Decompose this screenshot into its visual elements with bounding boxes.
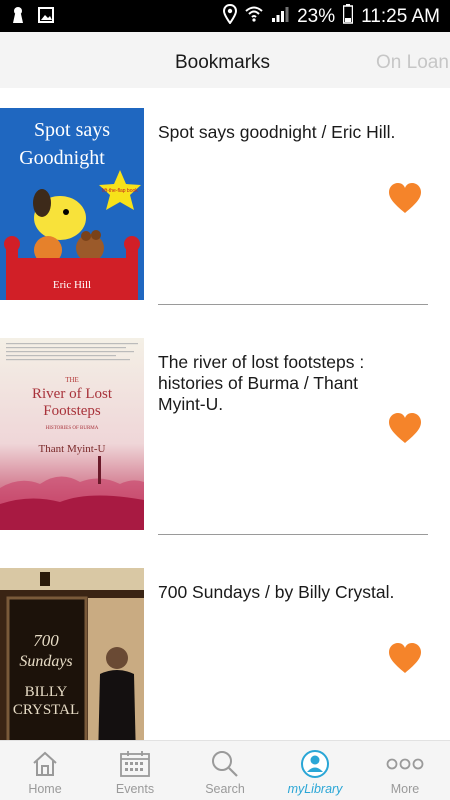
nav-home[interactable]: Home bbox=[0, 741, 90, 800]
cover-title-line2: Footsteps bbox=[43, 403, 101, 419]
bottom-navigation: Home Events Search myLibrary More bbox=[0, 740, 450, 800]
tab-on-loan[interactable]: On Loan bbox=[376, 52, 449, 74]
cover-author: Thant Myint-U bbox=[39, 443, 106, 455]
nav-search[interactable]: Search bbox=[180, 741, 270, 800]
cover-title-line2: Goodnight bbox=[19, 147, 105, 169]
more-dots-icon bbox=[386, 758, 424, 770]
image-notification-icon bbox=[38, 7, 54, 28]
cover-title-line1: Spot says bbox=[34, 119, 110, 141]
book-cover[interactable]: 700 Sundays BILLY CRYSTAL bbox=[0, 568, 144, 740]
keyhole-notification-icon bbox=[12, 6, 24, 29]
nav-mylibrary[interactable]: myLibrary bbox=[270, 741, 360, 800]
nav-search-label: Search bbox=[205, 782, 245, 796]
book-cover[interactable]: Spot says Goodnight lift-the-flap book E… bbox=[0, 108, 144, 300]
tab-bookmarks[interactable]: Bookmarks bbox=[175, 52, 270, 74]
cover-title-line1: River of Lost bbox=[32, 386, 113, 402]
battery-icon bbox=[342, 4, 354, 30]
cover-author-line2: CRYSTAL bbox=[13, 702, 79, 718]
list-item[interactable]: THE River of Lost Footsteps HISTORIES OF… bbox=[0, 318, 450, 548]
calendar-icon bbox=[120, 751, 150, 777]
nav-events-label: Events bbox=[115, 782, 155, 796]
bookmarks-list: Spot says Goodnight lift-the-flap book E… bbox=[0, 88, 450, 740]
nav-more[interactable]: More bbox=[360, 741, 450, 800]
cover-author: Eric Hill bbox=[53, 279, 91, 291]
book-title[interactable]: The river of lost footsteps : histories … bbox=[158, 352, 408, 415]
cover-number: 700 bbox=[33, 631, 59, 650]
book-title[interactable]: 700 Sundays / by Billy Crystal. bbox=[158, 582, 408, 603]
user-icon bbox=[301, 750, 329, 778]
nav-home-label: Home bbox=[28, 782, 62, 796]
divider bbox=[158, 304, 428, 305]
list-item[interactable]: Spot says Goodnight lift-the-flap book E… bbox=[0, 88, 450, 318]
wifi-icon bbox=[245, 5, 263, 29]
bookmark-heart-icon[interactable] bbox=[388, 642, 422, 676]
location-icon bbox=[223, 3, 238, 30]
search-icon bbox=[212, 751, 238, 777]
cover-small-word: THE bbox=[65, 376, 79, 384]
bookmark-heart-icon[interactable] bbox=[388, 412, 422, 446]
home-icon bbox=[33, 751, 57, 776]
cover-author-line1: BILLY bbox=[25, 684, 68, 700]
svg-text:lift-the-flap book: lift-the-flap book bbox=[102, 188, 138, 194]
list-item[interactable]: 700 Sundays BILLY CRYSTAL 700 Sundays / … bbox=[0, 548, 450, 740]
status-bar: 23% 11:25 AM bbox=[0, 0, 450, 32]
clock-time: 11:25 AM bbox=[361, 6, 440, 27]
divider bbox=[158, 534, 428, 535]
battery-percentage: 23% bbox=[297, 6, 336, 27]
tab-bar: Bookmarks On Loan bbox=[0, 32, 450, 88]
nav-events[interactable]: Events bbox=[90, 741, 180, 800]
book-cover[interactable]: THE River of Lost Footsteps HISTORIES OF… bbox=[0, 338, 144, 530]
nav-more-label: More bbox=[390, 782, 420, 796]
cover-subtitle: HISTORIES OF BURMA bbox=[46, 426, 99, 431]
bookmark-heart-icon[interactable] bbox=[388, 182, 422, 216]
cover-title-line: Sundays bbox=[19, 653, 72, 670]
signal-icon bbox=[271, 5, 289, 29]
nav-mylibrary-label: myLibrary bbox=[287, 782, 343, 796]
book-title[interactable]: Spot says goodnight / Eric Hill. bbox=[158, 122, 408, 143]
